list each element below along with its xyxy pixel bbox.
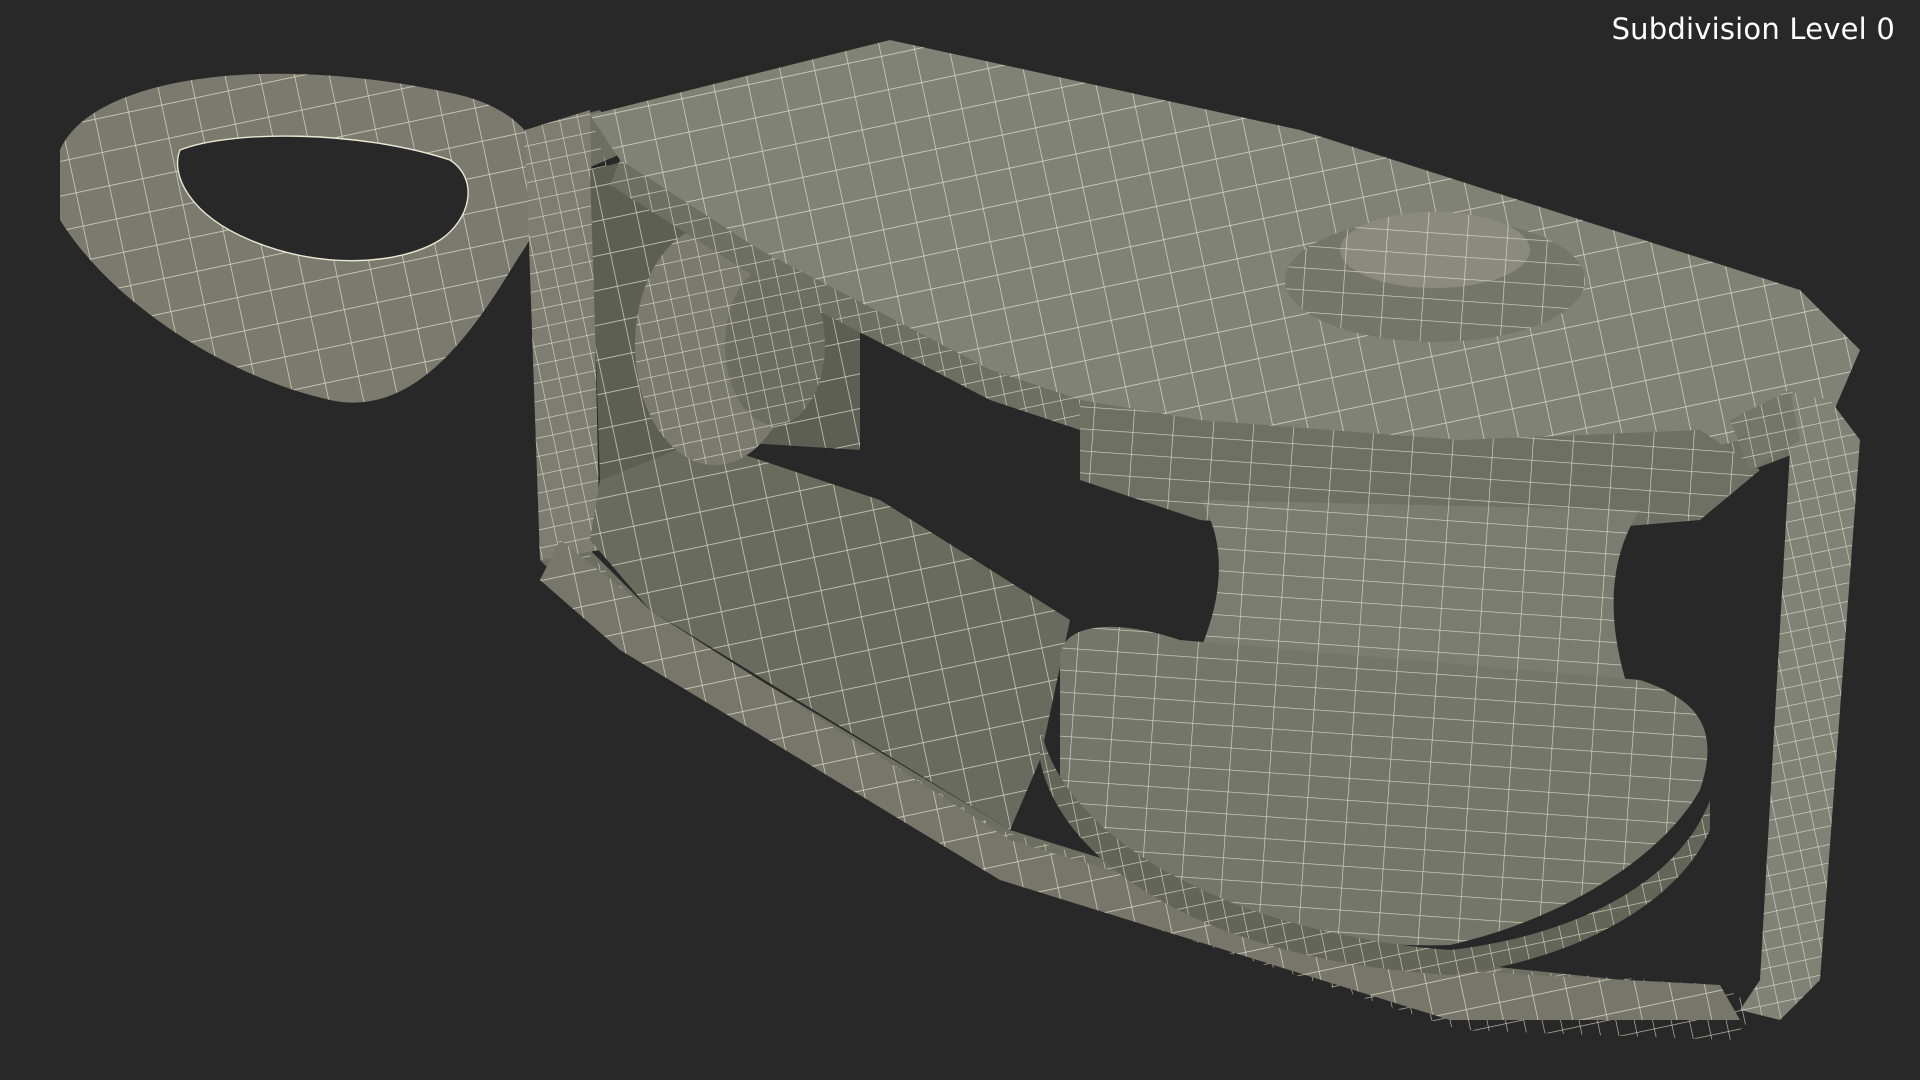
ring-loop	[60, 73, 545, 403]
pulley-block-mesh-icon	[60, 40, 1860, 1040]
subdivision-level-label: Subdivision Level 0	[1611, 12, 1895, 46]
3d-viewport[interactable]: Subdivision Level 0	[0, 0, 1920, 1080]
pulley-sheave	[1040, 400, 1760, 975]
right-bail	[1730, 390, 1860, 1020]
